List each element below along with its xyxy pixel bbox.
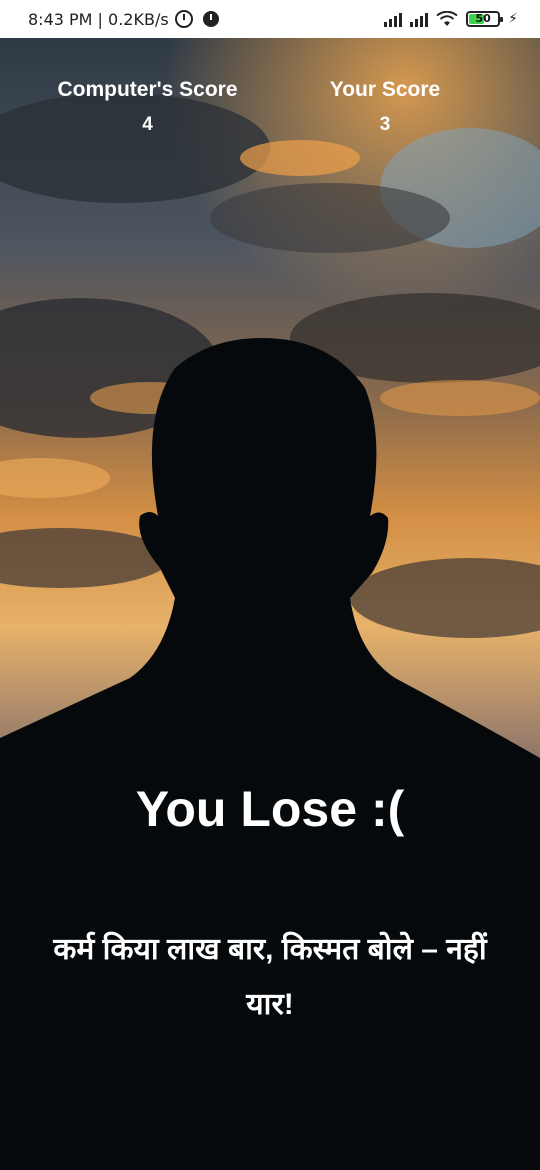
result-quote: कर्म किया लाख बार, किस्मत बोले – नहीं या… (53, 933, 487, 1021)
status-left: 8:43 PM | 0.2KB/s (28, 10, 219, 29)
computer-score-value: 4 (142, 114, 153, 135)
time-network-speed: 8:43 PM | 0.2KB/s (28, 9, 169, 29)
signal-icon (384, 11, 403, 27)
dnd-icon (202, 11, 219, 27)
player-score-label: Your Score (329, 78, 441, 101)
result-title: You Lose :( (135, 781, 405, 837)
status-bar: 8:43 PM | 0.2KB/s 50 ⚡ (0, 0, 540, 38)
player-score-value: 3 (379, 114, 391, 135)
wifi-icon (436, 11, 458, 26)
game-screen: 8:43 PM | 0.2KB/s 50 ⚡ Computer's Score … (0, 0, 540, 1170)
signal-icon (410, 11, 429, 27)
charging-icon: ⚡ (508, 11, 518, 27)
battery-icon: 50 (466, 11, 504, 27)
computer-score-label: Computer's Score (57, 78, 238, 101)
player-score-block: Your Score 3 (310, 78, 460, 136)
alarm-icon (174, 10, 193, 28)
status-right: 50 ⚡ (384, 11, 518, 27)
computer-score-block: Computer's Score 4 (55, 78, 240, 136)
battery-level: 50 (475, 12, 491, 25)
